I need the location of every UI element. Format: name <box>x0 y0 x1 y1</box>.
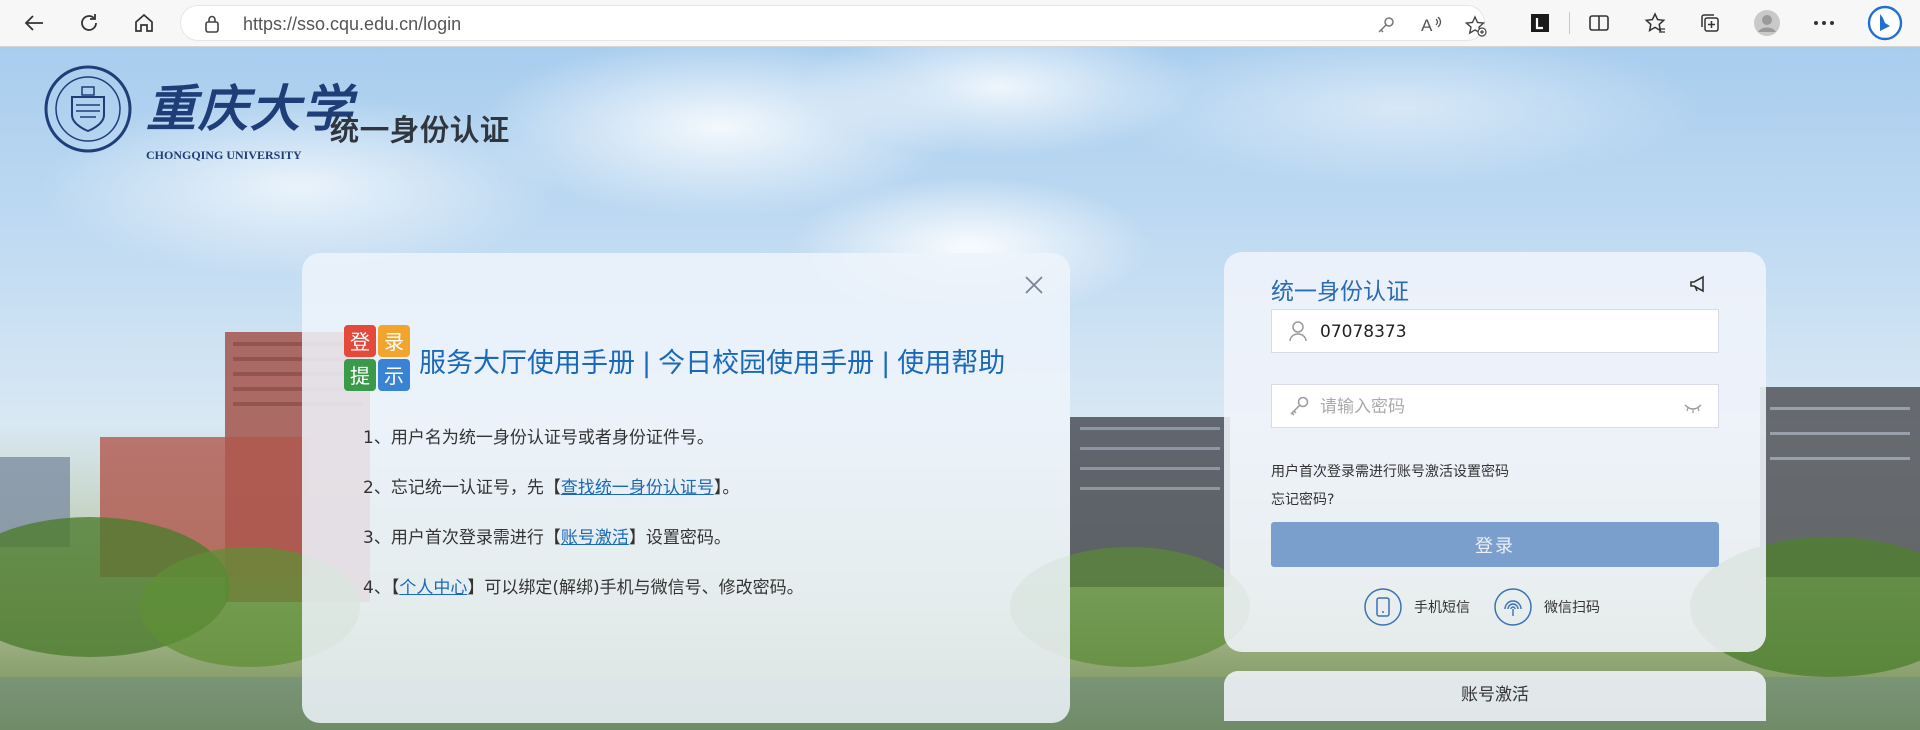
forgot-password-link[interactable]: 忘记密码? <box>1271 489 1334 509</box>
close-icon[interactable] <box>1024 275 1044 299</box>
address-bar[interactable]: https://sso.cqu.edu.cn/login A <box>180 5 1487 41</box>
announcement-icon[interactable] <box>1688 274 1710 298</box>
tip-text: 2、忘记统一认证号，先【 <box>363 478 561 498</box>
user-icon <box>1288 320 1308 346</box>
wechat-scan-icon <box>1494 588 1532 626</box>
svg-text:A: A <box>1421 16 1433 35</box>
username-input[interactable] <box>1318 310 1652 354</box>
link-separator: | <box>642 348 652 379</box>
bing-icon[interactable] <box>1865 3 1905 43</box>
username-field <box>1271 309 1719 354</box>
tip-item: 2、忘记统一认证号，先【查找统一身份认证号】。 <box>363 473 804 523</box>
tip-item: 3、用户首次登录需进行【账号激活】设置密码。 <box>363 523 804 573</box>
service-hall-manual-link[interactable]: 服务大厅使用手册 <box>419 348 635 379</box>
refresh-icon[interactable] <box>73 8 105 38</box>
profile-icon[interactable] <box>1751 8 1783 38</box>
help-links: 服务大厅使用手册 | 今日校园使用手册 | 使用帮助 <box>419 341 1005 380</box>
system-name: 统一身份认证 <box>330 113 511 147</box>
login-page: 重庆大学 CHONGQING UNIVERSITY 统一身份认证 登 录 提 示… <box>0 47 1920 730</box>
phone-icon <box>1364 588 1402 626</box>
tip-text: 】。 <box>713 478 740 498</box>
add-favorite-icon[interactable] <box>1464 15 1487 41</box>
collections-icon[interactable] <box>1694 8 1726 38</box>
tip-item: 4、【个人中心】可以绑定(解绑)手机与微信号、修改密码。 <box>363 573 804 623</box>
key-icon <box>1288 395 1310 421</box>
tip-text: 】设置密码。 <box>628 528 731 548</box>
university-name-cn: 重庆大学 <box>146 79 354 138</box>
login-button[interactable]: 登录 <box>1271 522 1719 567</box>
first-login-hint[interactable]: 用户首次登录需进行账号激活设置密码 <box>1271 461 1509 481</box>
lock-icon[interactable] <box>203 14 221 38</box>
login-title: 统一身份认证 <box>1271 279 1409 305</box>
link-separator: | <box>881 348 891 379</box>
favorites-icon[interactable] <box>1639 8 1671 38</box>
login-form-card: 统一身份认证 用户首次登录需进行账号激活设置密码 忘记密码? 登录 手机短信 <box>1224 252 1766 652</box>
find-id-link[interactable]: 查找统一身份认证号 <box>561 478 714 498</box>
back-icon[interactable] <box>18 8 50 38</box>
tips-list: 1、用户名为统一身份认证号或者身份证件号。 2、忘记统一认证号，先【查找统一身份… <box>363 423 804 623</box>
badge-char-1: 登 <box>350 330 370 354</box>
browser-toolbar: https://sso.cqu.edu.cn/login A <box>0 0 1920 47</box>
read-aloud-icon[interactable]: A <box>1421 15 1443 39</box>
badge-char-2: 录 <box>384 330 404 354</box>
today-campus-manual-link[interactable]: 今日校园使用手册 <box>658 348 874 379</box>
password-input[interactable] <box>1318 385 1652 429</box>
extension-l-icon[interactable] <box>1524 8 1556 38</box>
activate-account-link[interactable]: 账号激活 <box>561 528 629 548</box>
tip-text: 】可以绑定(解绑)手机与微信号、修改密码。 <box>467 578 804 598</box>
sms-login-option[interactable]: 手机短信 <box>1364 588 1470 626</box>
badge-char-3: 提 <box>350 364 370 388</box>
home-icon[interactable] <box>128 8 160 38</box>
url-text[interactable]: https://sso.cqu.edu.cn/login <box>243 14 461 35</box>
eye-closed-icon[interactable] <box>1684 399 1702 418</box>
key-icon[interactable] <box>1376 15 1396 39</box>
personal-center-link[interactable]: 个人中心 <box>399 578 467 598</box>
account-activation-button[interactable]: 账号激活 <box>1224 671 1766 721</box>
login-tip-badge-icon: 登 录 提 示 <box>342 323 412 397</box>
tip-item: 1、用户名为统一身份认证号或者身份证件号。 <box>363 423 804 473</box>
tip-text: 1、用户名为统一身份认证号或者身份证件号。 <box>363 428 714 448</box>
wechat-login-option[interactable]: 微信扫码 <box>1494 588 1600 626</box>
toolbar-divider <box>1569 12 1570 34</box>
help-link[interactable]: 使用帮助 <box>897 348 1005 379</box>
more-icon[interactable] <box>1808 8 1840 38</box>
tip-text: 3、用户首次登录需进行【 <box>363 528 561 548</box>
wechat-label[interactable]: 微信扫码 <box>1544 597 1600 617</box>
university-name-en: CHONGQING UNIVERSITY <box>146 148 302 162</box>
password-field <box>1271 384 1719 429</box>
login-notice-card: 登 录 提 示 服务大厅使用手册 | 今日校园使用手册 | 使用帮助 1、用户名为统一身… <box>302 253 1070 723</box>
sms-label[interactable]: 手机短信 <box>1414 597 1470 617</box>
badge-char-4: 示 <box>384 364 404 388</box>
university-seal-icon <box>44 65 132 153</box>
tip-text: 4、【 <box>363 578 400 598</box>
split-screen-icon[interactable] <box>1583 8 1615 38</box>
